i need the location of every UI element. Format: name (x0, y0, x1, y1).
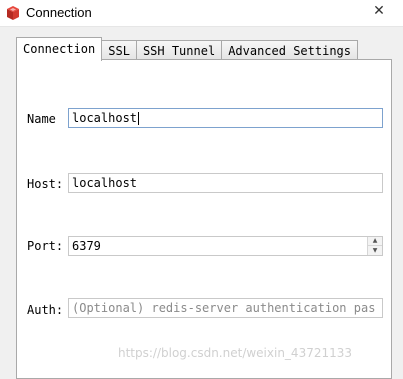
spin-down-icon[interactable]: ▼ (368, 246, 382, 255)
tab-ssh-tunnel[interactable]: SSH Tunnel (135, 40, 223, 60)
tab-connection[interactable]: Connection (16, 37, 103, 61)
port-label: Port: (27, 239, 64, 253)
tab-advanced-settings[interactable]: Advanced Settings (221, 40, 359, 60)
watermark: https://blog.csdn.net/weixin_43721133 (118, 346, 353, 360)
port-stepper[interactable]: 6379 ▲ ▼ (68, 236, 383, 256)
host-value: localhost (72, 176, 138, 190)
close-icon: ✕ (373, 3, 385, 19)
port-value: 6379 (72, 239, 101, 253)
window-title: Connection (26, 5, 92, 20)
tab-ssl[interactable]: SSL (101, 40, 137, 60)
host-field[interactable]: localhost (68, 173, 383, 193)
tab-bar: Connection SSL SSH Tunnel Advanced Setti… (16, 37, 359, 61)
close-button[interactable]: ✕ (355, 0, 403, 22)
host-label: Host: (27, 177, 64, 191)
name-value: localhost (72, 111, 138, 125)
port-spin-buttons[interactable]: ▲ ▼ (367, 237, 382, 255)
name-label: Name (27, 112, 56, 126)
title-bar: Connection ✕ (0, 0, 403, 27)
connection-panel: Name localhost Host: localhost Port: 637… (16, 59, 392, 379)
text-caret (138, 112, 140, 125)
auth-label: Auth: (27, 303, 64, 317)
redis-icon (6, 5, 20, 21)
auth-field[interactable]: (Optional) redis-server authentication p… (68, 298, 383, 318)
auth-placeholder: (Optional) redis-server authentication p… (72, 301, 376, 315)
name-field[interactable]: localhost (68, 108, 383, 128)
